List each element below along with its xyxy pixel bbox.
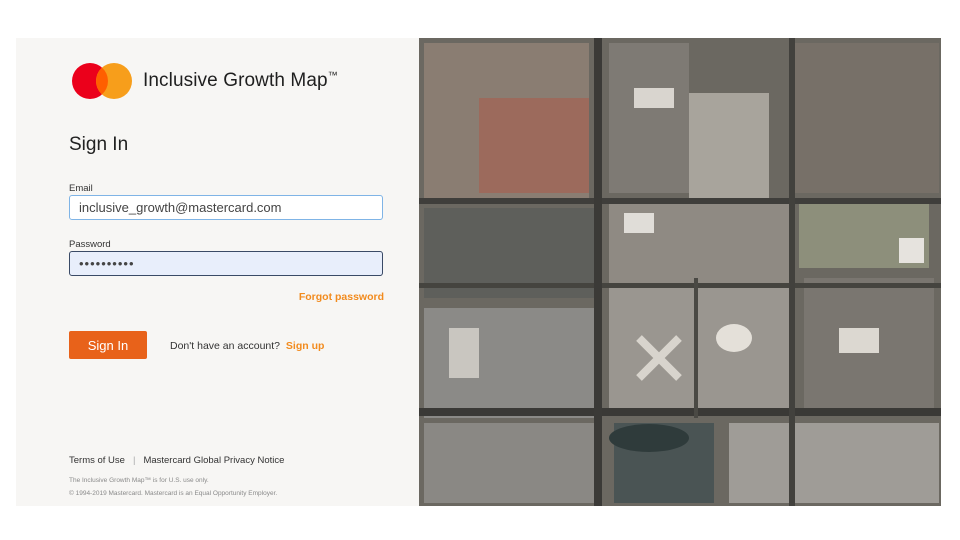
email-field[interactable]	[69, 195, 383, 220]
us-only-notice: The Inclusive Growth Map™ is for U.S. us…	[69, 477, 209, 484]
password-label: Password	[69, 239, 111, 250]
email-label: Email	[69, 183, 93, 194]
no-account-text: Don't have an account?	[170, 340, 280, 352]
satellite-map-image	[419, 38, 941, 506]
satellite-map-graphic	[419, 38, 941, 506]
sign-up-link[interactable]: Sign up	[286, 340, 325, 352]
sign-in-button[interactable]: Sign In	[69, 331, 147, 359]
login-panel: Inclusive Growth Map™ Sign In Email Pass…	[16, 38, 419, 506]
brand-name: Inclusive Growth Map™	[143, 70, 338, 91]
privacy-notice-link[interactable]: Mastercard Global Privacy Notice	[143, 455, 284, 466]
signup-prompt: Don't have an account? Sign up	[170, 340, 324, 352]
password-field[interactable]	[69, 251, 383, 276]
page-title: Sign In	[69, 134, 129, 155]
footer-links: Terms of Use | Mastercard Global Privacy N…	[69, 455, 284, 466]
footer-separator: |	[132, 455, 136, 466]
forgot-password-link[interactable]: Forgot password	[299, 291, 384, 303]
mastercard-logo-icon	[72, 63, 132, 99]
terms-of-use-link[interactable]: Terms of Use	[69, 455, 125, 466]
copyright-text: © 1994-2019 Mastercard. Mastercard is an…	[69, 490, 278, 497]
